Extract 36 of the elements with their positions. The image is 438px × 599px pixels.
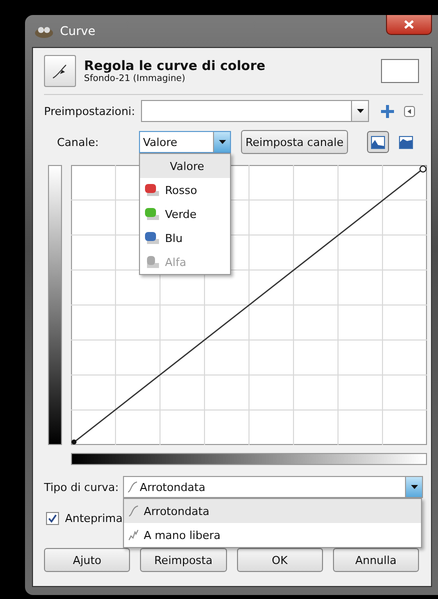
dialog-button[interactable]: Annulla — [332, 548, 419, 572]
close-button[interactable] — [386, 15, 432, 35]
curve-icon — [128, 505, 139, 517]
app-icon — [34, 24, 54, 38]
caret-icon — [356, 109, 364, 113]
image-preview — [381, 59, 419, 83]
channel-icon — [144, 255, 160, 269]
linear-histogram-button[interactable] — [367, 131, 389, 153]
reset-channel-button[interactable]: Reimposta canale — [241, 130, 348, 154]
histogram-icon — [371, 136, 385, 148]
presets-label: Preimpostazioni: — [44, 104, 136, 118]
dialog-button[interactable]: OK — [236, 548, 323, 572]
curve-type-option[interactable]: Arrotondata — [124, 499, 421, 523]
preview-label: Anteprima — [65, 512, 123, 524]
dialog-button[interactable]: Reimposta — [140, 548, 226, 572]
close-icon — [404, 20, 414, 29]
caret-icon — [218, 140, 226, 144]
channel-option[interactable]: Blu — [140, 226, 230, 250]
channel-option[interactable]: Valore — [140, 154, 230, 178]
preview-checkbox[interactable] — [46, 512, 59, 524]
dialog-heading: Regola le curve di colore — [84, 58, 266, 74]
caret-icon — [410, 485, 418, 489]
channel-option[interactable]: Rosso — [140, 178, 230, 202]
channel-option[interactable]: Verde — [140, 202, 230, 226]
presets-dropdown[interactable] — [141, 100, 370, 122]
curve-type-option[interactable]: A mano libera — [124, 523, 421, 547]
curves-tool-icon — [44, 55, 76, 87]
image-name: Sfondo-21 (Immagine) — [84, 74, 186, 84]
curve-type-label: Tipo di curva: — [44, 480, 119, 494]
add-icon[interactable] — [381, 104, 394, 118]
histogram-icon — [399, 136, 413, 148]
curve-icon — [126, 481, 138, 493]
channel-label: Canale: — [56, 136, 100, 148]
freehand-curve-icon — [128, 529, 139, 541]
dialog-button[interactable]: Ajuto — [44, 548, 130, 572]
window-title: Curve — [60, 24, 96, 38]
